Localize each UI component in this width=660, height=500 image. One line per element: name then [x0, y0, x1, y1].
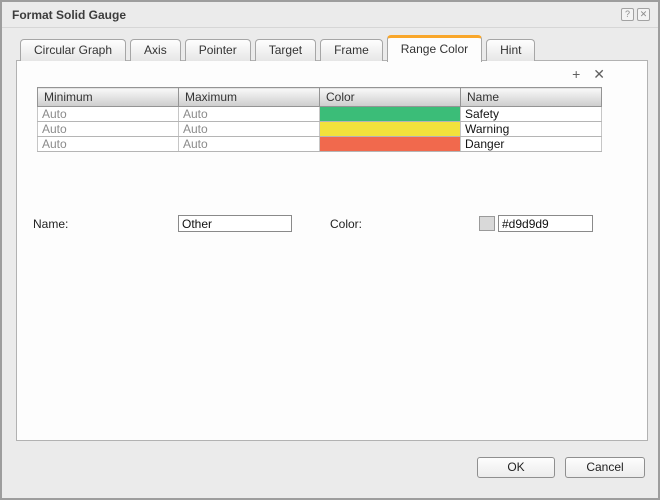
range-table-toolbar: + ✕ [572, 66, 605, 82]
table-row[interactable]: AutoAuto Safety [38, 107, 602, 122]
name-cell[interactable]: Warning [461, 122, 602, 137]
minimum-cell[interactable]: Auto [38, 107, 179, 122]
column-header-color[interactable]: Color [320, 88, 461, 107]
ok-button[interactable]: OK [477, 457, 555, 478]
tab-target[interactable]: Target [255, 39, 316, 61]
tab-frame[interactable]: Frame [320, 39, 383, 61]
range-color-panel: + ✕ Minimum Maximum Color Name AutoAutoS… [16, 60, 648, 441]
minimum-cell[interactable]: Auto [38, 122, 179, 137]
color-cell[interactable] [320, 107, 461, 122]
cancel-button[interactable]: Cancel [565, 457, 645, 478]
help-icon[interactable]: ? [621, 8, 634, 21]
maximum-cell[interactable]: Auto [179, 137, 320, 152]
name-cell[interactable]: Danger [461, 137, 602, 152]
maximum-cell[interactable]: Auto [179, 122, 320, 137]
tab-circular-graph[interactable]: Circular Graph [20, 39, 126, 61]
tab-bar: Circular Graph Axis Pointer Target Frame… [20, 34, 539, 61]
color-label: Color: [330, 217, 362, 231]
color-cell[interactable] [320, 137, 461, 152]
remove-range-icon[interactable]: ✕ [593, 66, 605, 82]
minimum-cell[interactable]: Auto [38, 137, 179, 152]
name-label: Name: [33, 217, 68, 231]
table-row[interactable]: AutoAuto Warning [38, 122, 602, 137]
tab-range-color[interactable]: Range Color [387, 35, 482, 62]
close-icon[interactable]: ✕ [637, 8, 650, 21]
tab-axis[interactable]: Axis [130, 39, 181, 61]
name-cell[interactable]: Safety [461, 107, 602, 122]
tab-pointer[interactable]: Pointer [185, 39, 251, 61]
tab-hint[interactable]: Hint [486, 39, 535, 61]
color-cell[interactable] [320, 122, 461, 137]
color-hex-input[interactable] [498, 215, 593, 232]
column-header-name[interactable]: Name [461, 88, 602, 107]
dialog-titlebar: Format Solid Gauge ? ✕ [2, 2, 658, 28]
add-range-icon[interactable]: + [572, 66, 580, 82]
window-controls: ? ✕ [621, 8, 650, 21]
table-row[interactable]: AutoAuto Danger [38, 137, 602, 152]
maximum-cell[interactable]: Auto [179, 107, 320, 122]
column-header-minimum[interactable]: Minimum [38, 88, 179, 107]
range-table-header-row: Minimum Maximum Color Name [38, 88, 602, 107]
range-name-input[interactable] [178, 215, 292, 232]
range-table: Minimum Maximum Color Name AutoAutoSafet… [37, 87, 602, 152]
color-swatch[interactable] [479, 216, 495, 231]
column-header-maximum[interactable]: Maximum [179, 88, 320, 107]
format-solid-gauge-dialog: Format Solid Gauge ? ✕ Circular Graph Ax… [0, 0, 660, 500]
dialog-title: Format Solid Gauge [12, 8, 126, 22]
